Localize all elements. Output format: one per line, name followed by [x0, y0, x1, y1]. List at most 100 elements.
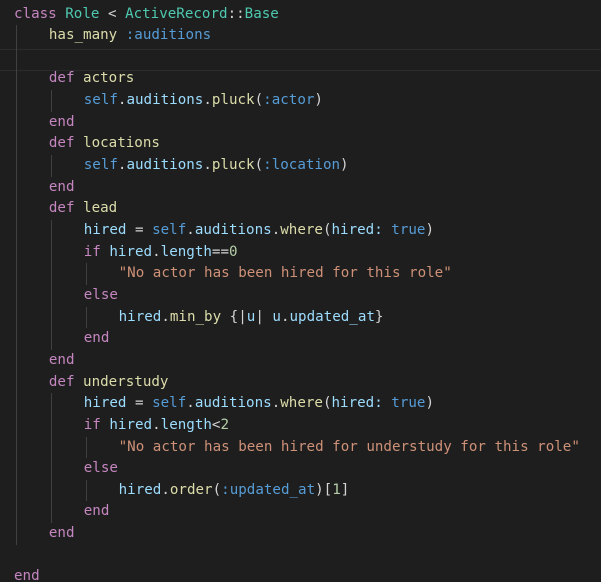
code-line[interactable]: hired = self.auditions.where(hired: true… — [84, 220, 434, 242]
code-token: end — [83, 503, 110, 520]
code-token: self — [152, 395, 187, 412]
code-line[interactable]: def actors — [49, 68, 134, 90]
indent-guide — [50, 393, 52, 524]
code-line[interactable]: end — [49, 177, 75, 199]
code-token: . — [203, 157, 212, 174]
code-token: understudy — [83, 373, 169, 390]
code-token: locations — [83, 135, 160, 152]
code-line[interactable]: if hired.length<2 — [84, 415, 229, 437]
code-token: = — [126, 395, 153, 412]
code-token: {| — [221, 308, 247, 325]
code-token: self — [83, 157, 118, 174]
code-token: end — [48, 525, 75, 542]
code-token: ) — [425, 395, 435, 412]
code-token: . — [271, 222, 281, 238]
code-token: updated_at — [289, 308, 375, 325]
code-token: 1 — [332, 481, 341, 498]
code-token: if — [83, 243, 101, 260]
code-token: if — [83, 416, 101, 433]
code-token: ) — [425, 222, 435, 238]
code-line[interactable]: end — [84, 328, 110, 350]
code-token: 2 — [220, 416, 229, 433]
code-token: . — [203, 92, 212, 109]
code-line[interactable]: else — [84, 458, 118, 480]
code-token: hired — [118, 481, 162, 498]
code-token: Base — [244, 5, 279, 22]
code-line[interactable]: class Role < ActiveRecord::Base — [14, 4, 279, 26]
code-line[interactable]: end — [84, 501, 110, 523]
code-line[interactable]: def lead — [49, 198, 117, 220]
code-token: ( — [254, 92, 264, 109]
code-token: pluck — [211, 157, 255, 174]
code-token: else — [83, 286, 118, 303]
code-token: length — [160, 243, 212, 260]
code-token: ) — [314, 92, 323, 109]
code-token: ) — [340, 157, 349, 174]
code-line[interactable]: end — [49, 350, 75, 372]
code-token: ] — [340, 481, 350, 498]
code-token: self — [83, 92, 118, 109]
code-token: hired: — [331, 222, 383, 238]
code-line[interactable]: end — [14, 566, 40, 582]
code-line[interactable]: else — [84, 285, 118, 307]
code-line[interactable]: hired.min_by {|u| u.updated_at} — [119, 307, 384, 329]
code-token: min_by — [169, 308, 222, 325]
code-line[interactable]: hired = self.auditions.where(hired: true… — [84, 393, 434, 415]
code-token: :location — [263, 157, 341, 174]
code-token: u — [272, 308, 281, 325]
code-token: where — [280, 222, 323, 238]
code-token: . — [161, 481, 170, 498]
code-token: . — [186, 222, 195, 238]
code-token: "No actor has been hired for this role" — [118, 265, 452, 282]
code-token: order — [169, 481, 213, 498]
code-token: auditions — [126, 157, 204, 174]
code-token: self — [152, 222, 187, 238]
indent-guide — [50, 220, 52, 350]
code-token: ( — [322, 395, 332, 412]
code-line[interactable]: if hired.length==0 — [84, 242, 238, 264]
code-editor[interactable]: class Role < ActiveRecord::Base has_many … — [0, 0, 601, 582]
code-token: pluck — [211, 92, 255, 109]
code-token: end — [48, 178, 75, 195]
code-token: :: — [227, 5, 245, 22]
code-token: ( — [212, 481, 222, 498]
code-token: where — [280, 395, 323, 412]
code-token: end — [48, 351, 75, 368]
code-token: def — [48, 200, 75, 217]
code-token: 0 — [229, 243, 238, 260]
code-token: . — [271, 395, 281, 412]
code-token: . — [280, 308, 290, 325]
code-token: < — [99, 5, 126, 22]
code-line[interactable]: end — [49, 112, 75, 134]
code-line[interactable]: "No actor has been hired for understudy … — [119, 437, 580, 459]
code-line[interactable]: self.auditions.pluck(:actor) — [84, 90, 323, 112]
code-token: . — [152, 243, 161, 260]
code-token: length — [160, 416, 212, 433]
code-token: end — [83, 330, 110, 347]
code-line[interactable]: def locations — [49, 133, 160, 155]
code-line[interactable]: has_many :auditions — [49, 25, 211, 47]
code-line[interactable]: self.auditions.pluck(:location) — [84, 155, 349, 177]
code-token: [ — [323, 481, 333, 498]
code-token: } — [374, 308, 384, 325]
code-token: . — [161, 308, 170, 325]
code-line[interactable]: hired.order(:updated_at)[1] — [119, 480, 350, 502]
indent-guide — [85, 436, 87, 459]
code-line[interactable]: def understudy — [49, 372, 169, 394]
code-token: == — [211, 243, 229, 260]
code-token: class — [14, 5, 57, 22]
code-line[interactable]: "No actor has been hired for this role" — [119, 263, 452, 285]
code-token: auditions — [126, 92, 204, 109]
indent-guide — [85, 263, 87, 285]
indent-guide — [16, 25, 17, 545]
code-token: :updated_at — [221, 481, 316, 498]
code-token: . — [186, 395, 195, 412]
code-token: ( — [254, 157, 264, 174]
code-line[interactable]: end — [49, 523, 75, 545]
